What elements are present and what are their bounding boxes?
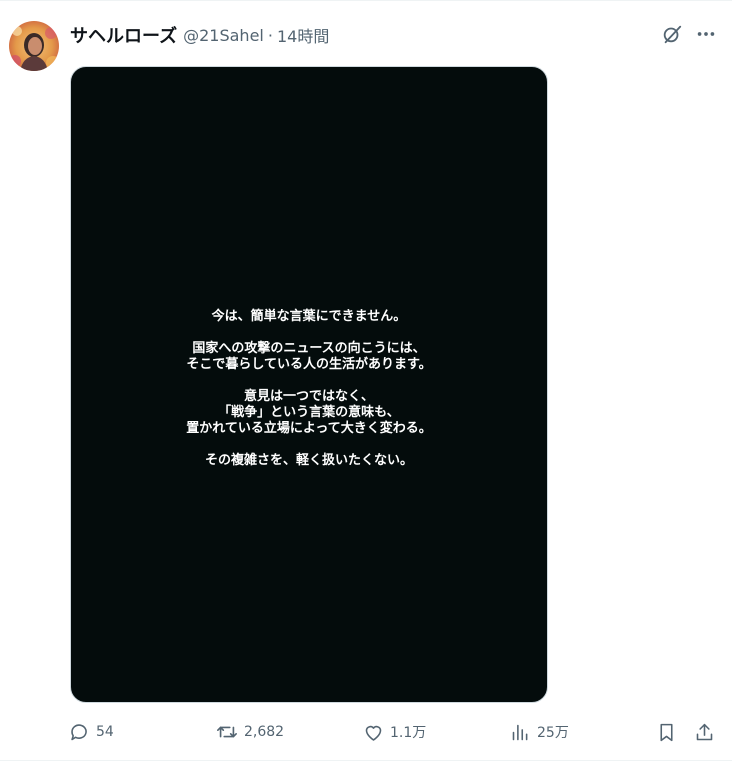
views-button[interactable]: 25万 xyxy=(510,720,569,744)
media-paragraph: その複雑さを、軽く扱いたくない。 xyxy=(186,453,432,469)
reply-button[interactable]: 54 xyxy=(69,720,114,744)
display-name[interactable]: サヘルローズ xyxy=(70,22,177,48)
slashed-circle-icon xyxy=(661,23,683,45)
retweet-icon xyxy=(216,721,238,743)
reply-icon xyxy=(69,722,90,743)
bookmark-button[interactable] xyxy=(656,720,677,744)
media-text-line: そこで暮らしている人の生活があります。 xyxy=(186,356,432,372)
grok-button[interactable] xyxy=(659,21,685,47)
media-text-line: その複雑さを、軽く扱いたくない。 xyxy=(204,452,413,468)
like-count: 1.1万 xyxy=(390,725,427,741)
more-dots-icon xyxy=(695,23,717,45)
like-button[interactable]: 1.1万 xyxy=(363,720,426,744)
view-count: 25万 xyxy=(537,725,569,741)
retweet-count: 2,682 xyxy=(244,724,285,740)
tweet-media-image[interactable]: 今は、簡単な言葉にできません。国家への攻撃のニュースの向こうには、 そこで暮らして… xyxy=(70,66,548,703)
retweet-button[interactable]: 2,682 xyxy=(216,720,284,744)
more-options-button[interactable] xyxy=(693,21,719,47)
media-text-line: 今は、簡単な言葉にできません。 xyxy=(211,308,407,324)
media-text-line: 国家への攻撃のニュースの向こうには、 xyxy=(192,340,426,356)
media-text: 今は、簡単な言葉にできません。国家への攻撃のニュースの向こうには、 そこで暮らして… xyxy=(186,309,432,469)
media-paragraph: 今は、簡単な言葉にできません。 xyxy=(186,309,432,325)
share-button[interactable] xyxy=(694,720,715,744)
separator-dot: · xyxy=(267,25,273,45)
user-handle[interactable]: @21Sahel xyxy=(183,26,264,45)
share-icon xyxy=(694,722,715,743)
media-text-line: 「戦争」という言葉の意味も、 xyxy=(218,404,400,420)
media-paragraph: 国家への攻撃のニュースの向こうには、 そこで暮らしている人の生活があります。 xyxy=(186,341,432,373)
avatar[interactable] xyxy=(9,21,59,71)
media-text-line: 置かれている立場によって大きく変わる。 xyxy=(186,420,432,436)
timestamp[interactable]: 14時間 xyxy=(277,23,329,47)
heart-icon xyxy=(363,722,384,743)
bar-chart-icon xyxy=(510,722,531,743)
media-paragraph: 意見は一つではなく、 「戦争」という言葉の意味も、 置かれている立場によって大きく変… xyxy=(186,389,432,437)
tweet[interactable]: サヘルローズ @21Sahel · 14時間 今は、簡単な言葉にできません。国家… xyxy=(0,0,732,761)
media-text-line: 意見は一つではなく、 xyxy=(243,388,374,404)
bookmark-icon xyxy=(656,722,677,743)
reply-count: 54 xyxy=(96,724,114,740)
tweet-header: サヘルローズ @21Sahel · 14時間 xyxy=(70,22,329,48)
